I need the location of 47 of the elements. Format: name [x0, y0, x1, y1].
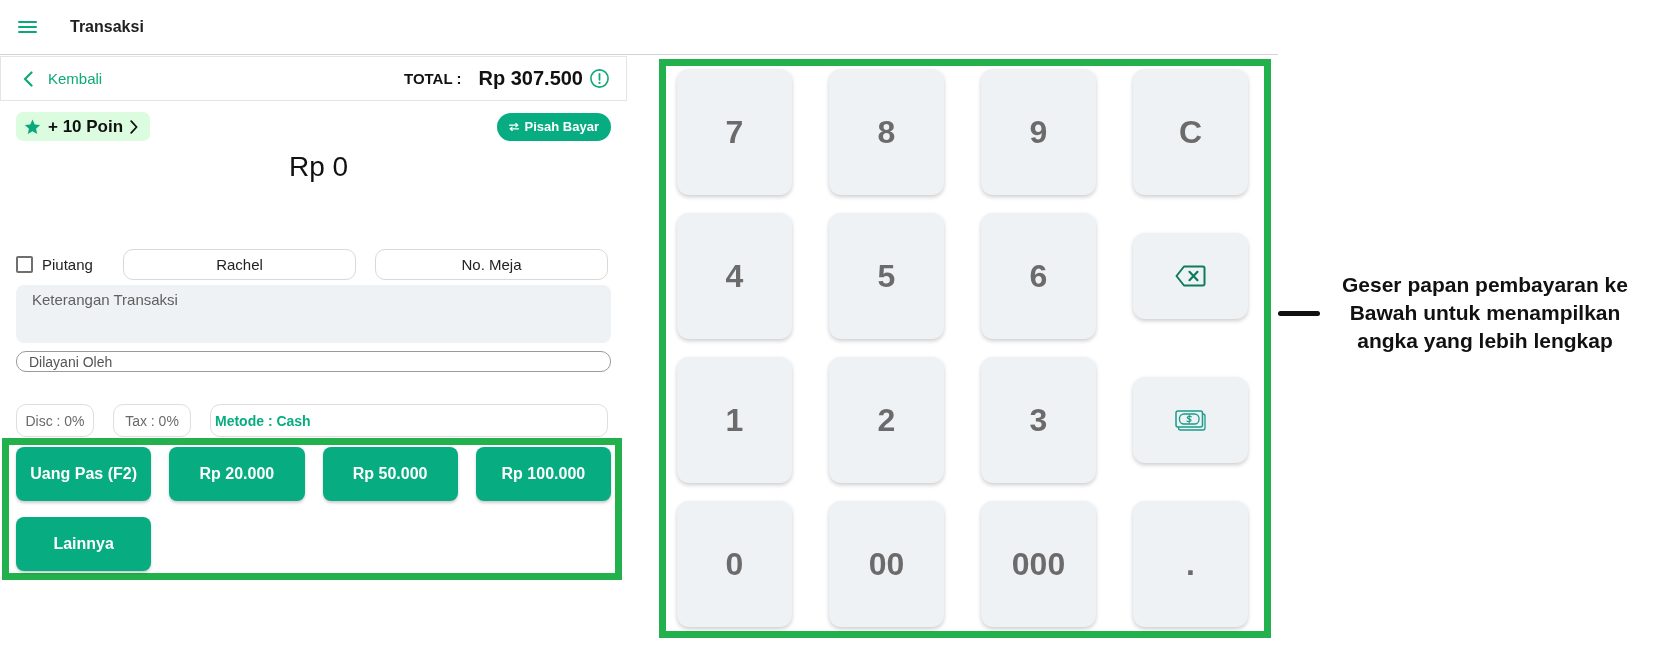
quick-cash-button[interactable]: Lainnya — [16, 517, 152, 571]
menu-icon[interactable] — [18, 21, 37, 33]
keypad-key[interactable]: 5 — [829, 213, 944, 339]
banknote-icon — [1175, 409, 1206, 431]
keypad-key[interactable]: 2 — [829, 357, 944, 483]
chevron-left-icon — [23, 70, 33, 87]
quick-cash-button[interactable]: Uang Pas (F2) — [16, 447, 152, 501]
keypad-key[interactable]: 0 — [677, 501, 792, 627]
points-button[interactable]: + 10 Poin — [16, 112, 151, 141]
keypad-key[interactable]: 8 — [829, 69, 944, 195]
keypad-key[interactable]: 7 — [677, 69, 792, 195]
table-button[interactable]: No. Meja — [375, 249, 608, 280]
total-value: Rp 307.500 — [478, 67, 583, 90]
clear-key[interactable]: C — [1133, 69, 1248, 195]
swap-icon — [508, 122, 519, 131]
customer-button[interactable]: Rachel — [123, 249, 356, 280]
discount-field[interactable]: Disc : 0% — [16, 404, 94, 437]
quick-cash-button[interactable]: Rp 50.000 — [322, 447, 458, 501]
keypad-key[interactable]: 3 — [981, 357, 1096, 483]
keypad-key[interactable]: 1 — [677, 357, 792, 483]
keypad-key[interactable]: 000 — [981, 501, 1096, 627]
checkbox[interactable] — [16, 256, 33, 273]
page-title: Transaksi — [70, 18, 144, 36]
backspace-key[interactable] — [1133, 233, 1248, 319]
info-icon[interactable] — [590, 69, 609, 88]
quick-cash-button[interactable]: Rp 20.000 — [169, 447, 305, 501]
cash-key[interactable] — [1133, 377, 1248, 463]
payment-method-field[interactable]: Metode : Cash — [210, 404, 608, 437]
keypad-key[interactable]: 9 — [981, 69, 1096, 195]
star-icon — [24, 118, 41, 135]
chevron-right-icon — [130, 119, 139, 134]
callout-line — [1278, 310, 1320, 316]
callout-text: Geser papan pembayaran ke Bawah untuk menampilkan angka yang lebih lengkap — [1341, 272, 1629, 354]
back-button[interactable]: Kembali — [23, 70, 103, 87]
served-by-field[interactable]: Dilayani Oleh — [16, 351, 611, 372]
split-payment-button[interactable]: Pisah Bayar — [496, 112, 611, 141]
quick-cash-button[interactable]: Rp 100.000 — [475, 447, 611, 501]
checkbox-label[interactable]: Piutang — [42, 256, 93, 273]
keypad-key[interactable]: 00 — [829, 501, 944, 627]
backspace-icon — [1175, 265, 1206, 287]
keypad-key[interactable]: 6 — [981, 213, 1096, 339]
total-label: TOTAL : — [404, 70, 462, 87]
note-field[interactable]: Keterangan Transaksi — [16, 285, 611, 343]
keypad-key[interactable]: . — [1133, 501, 1248, 627]
amount-display: Rp 0 — [288, 151, 349, 183]
keypad-key[interactable]: 4 — [677, 213, 792, 339]
tax-field[interactable]: Tax : 0% — [113, 404, 191, 437]
